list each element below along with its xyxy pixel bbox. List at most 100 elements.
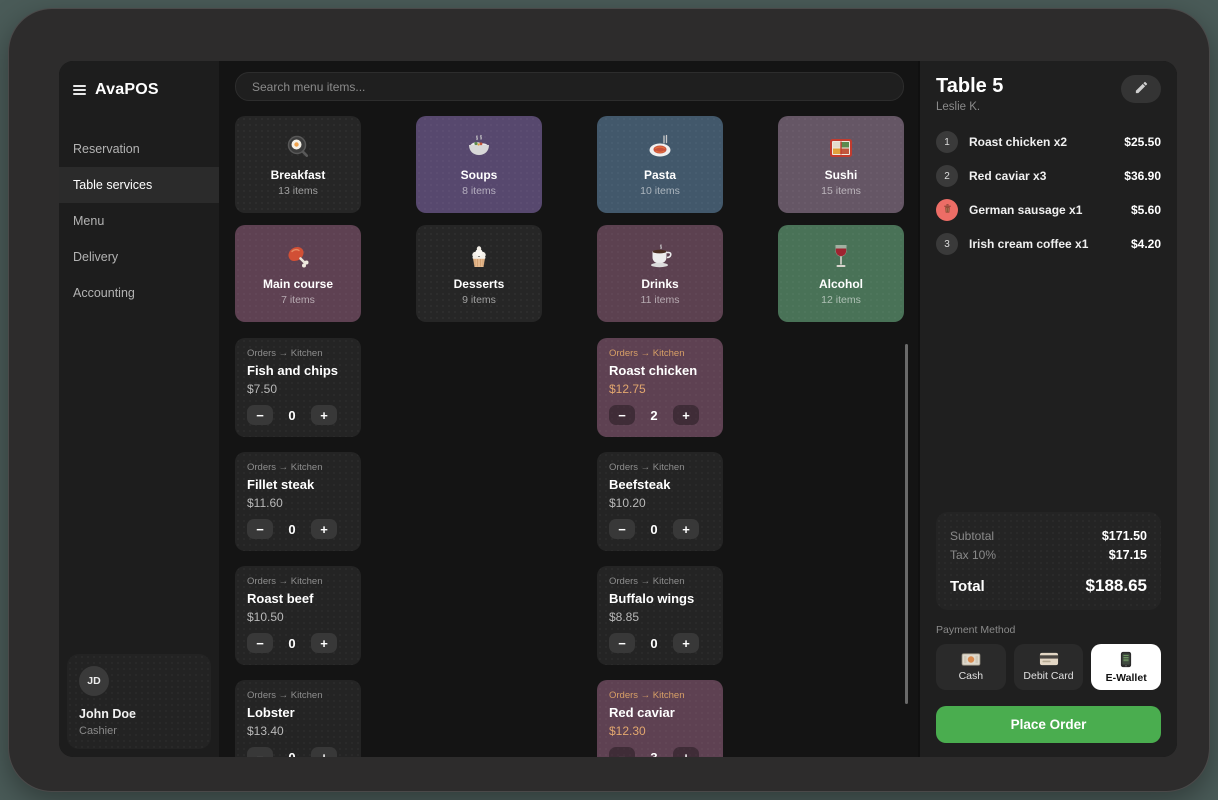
order-item-label: Irish cream coffee x1 <box>969 237 1120 251</box>
quantity-value: 0 <box>288 750 295 758</box>
hamburger-menu-icon[interactable] <box>73 85 86 95</box>
decrease-button[interactable]: − <box>247 747 273 757</box>
quantity-value: 0 <box>288 636 295 651</box>
category-name: Alcohol <box>819 277 863 291</box>
menu-item-fish-and-chips[interactable]: Orders → Kitchen Fish and chips $7.50 − … <box>235 338 361 437</box>
item-name: Fillet steak <box>247 477 349 492</box>
quantity-value: 3 <box>650 750 657 758</box>
total-value: $188.65 <box>1086 576 1147 596</box>
tax-row: Tax 10% $17.15 <box>950 548 1147 562</box>
checkout-section: Subtotal $171.50 Tax 10% $17.15 Total $1… <box>936 512 1161 743</box>
sidebar-item-accounting[interactable]: Accounting <box>59 275 219 311</box>
sidebar-item-delivery[interactable]: Delivery <box>59 239 219 275</box>
place-order-button[interactable]: Place Order <box>936 706 1161 743</box>
tax-value: $17.15 <box>1109 548 1147 562</box>
increase-button[interactable]: + <box>311 519 337 539</box>
category-card-desserts[interactable]: Desserts 9 items <box>416 225 542 322</box>
increase-button[interactable]: + <box>673 519 699 539</box>
menu-item-lobster[interactable]: Orders → Kitchen Lobster $13.40 − 0 + <box>235 680 361 757</box>
payment-cash-button[interactable]: Cash <box>936 644 1006 690</box>
category-card-breakfast[interactable]: Breakfast 13 items <box>235 116 361 213</box>
order-item-label: German sausage x1 <box>969 203 1120 217</box>
increase-button[interactable]: + <box>311 633 337 653</box>
item-name: Fish and chips <box>247 363 349 378</box>
item-name: Lobster <box>247 705 349 720</box>
category-grid: Breakfast 13 items Soups 8 items Pasta 1… <box>235 116 904 322</box>
category-card-main-course[interactable]: Main course 7 items <box>235 225 361 322</box>
category-count: 9 items <box>462 294 496 306</box>
order-panel-header: Table 5 Leslie K. <box>936 75 1161 113</box>
app-screen: AvaPOS Reservation Table services Menu D… <box>59 61 1177 757</box>
category-card-alcohol[interactable]: Alcohol 12 items <box>778 225 904 322</box>
category-card-pasta[interactable]: Pasta 10 items <box>597 116 723 213</box>
item-name: Beefsteak <box>609 477 711 492</box>
order-index-badge: 2 <box>936 165 958 187</box>
item-price: $12.30 <box>609 724 711 738</box>
tax-label: Tax 10% <box>950 548 996 562</box>
route-label: Orders → Kitchen <box>609 690 711 701</box>
order-item-price: $36.90 <box>1124 169 1161 183</box>
increase-button[interactable]: + <box>673 633 699 653</box>
sidebar-item-menu[interactable]: Menu <box>59 203 219 239</box>
quantity-stepper: − 2 + <box>609 405 699 425</box>
category-count: 11 items <box>641 294 680 306</box>
route-label: Orders → Kitchen <box>609 348 711 359</box>
pencil-icon <box>1134 80 1149 98</box>
category-card-drinks[interactable]: Drinks 11 items <box>597 225 723 322</box>
subtotal-row: Subtotal $171.50 <box>950 529 1147 543</box>
soup-bowl-icon <box>464 133 494 163</box>
menu-item-beefsteak[interactable]: Orders → Kitchen Beefsteak $10.20 − 0 + <box>597 452 723 551</box>
item-price: $8.85 <box>609 610 711 624</box>
debit-card-icon <box>1039 652 1059 666</box>
payment-methods: Cash Debit Card E-Wallet <box>936 644 1161 690</box>
increase-button[interactable]: + <box>673 405 699 425</box>
category-count: 8 items <box>462 185 496 197</box>
order-list: 1 Roast chicken x2 $25.50 2 Red caviar x… <box>936 131 1161 267</box>
sidebar-item-table-services[interactable]: Table services <box>59 167 219 203</box>
category-name: Breakfast <box>271 168 326 182</box>
menu-item-red-caviar[interactable]: Orders → Kitchen Red caviar $12.30 − 3 + <box>597 680 723 757</box>
search-input[interactable] <box>235 72 904 101</box>
edit-order-button[interactable] <box>1121 75 1161 103</box>
order-row: 3 Irish cream coffee x1 $4.20 <box>936 233 1161 255</box>
quantity-value: 0 <box>650 636 657 651</box>
menu-item-roast-chicken[interactable]: Orders → Kitchen Roast chicken $12.75 − … <box>597 338 723 437</box>
decrease-button[interactable]: − <box>247 405 273 425</box>
cupcake-icon <box>464 242 494 272</box>
item-name: Buffalo wings <box>609 591 711 606</box>
sidebar-item-reservation[interactable]: Reservation <box>59 131 219 167</box>
category-card-soups[interactable]: Soups 8 items <box>416 116 542 213</box>
decrease-button[interactable]: − <box>609 519 635 539</box>
category-name: Main course <box>263 277 333 291</box>
user-role: Cashier <box>79 725 199 737</box>
decrease-button[interactable]: − <box>247 519 273 539</box>
decrease-button[interactable]: − <box>247 633 273 653</box>
item-price: $10.50 <box>247 610 349 624</box>
category-count: 7 items <box>281 294 315 306</box>
order-item-label: Red caviar x3 <box>969 169 1113 183</box>
increase-button[interactable]: + <box>673 747 699 757</box>
app-title: AvaPOS <box>95 81 159 99</box>
category-card-sushi[interactable]: Sushi 15 items <box>778 116 904 213</box>
payment-debit-card-button[interactable]: Debit Card <box>1014 644 1084 690</box>
order-panel: Table 5 Leslie K. 1 Roast chicken x2 $25… <box>918 61 1177 757</box>
payment-e-wallet-button[interactable]: E-Wallet <box>1091 644 1161 690</box>
category-name: Desserts <box>454 277 505 291</box>
scrollbar[interactable] <box>905 344 908 704</box>
delete-item-button[interactable] <box>936 199 958 221</box>
decrease-button[interactable]: − <box>609 633 635 653</box>
user-card[interactable]: JD John Doe Cashier <box>67 654 211 749</box>
decrease-button[interactable]: − <box>609 405 635 425</box>
decrease-button[interactable]: − <box>609 747 635 757</box>
total-row: Total $188.65 <box>950 576 1147 596</box>
increase-button[interactable]: + <box>311 405 337 425</box>
increase-button[interactable]: + <box>311 747 337 757</box>
menu-item-fillet-steak[interactable]: Orders → Kitchen Fillet steak $11.60 − 0… <box>235 452 361 551</box>
menu-item-roast-beef[interactable]: Orders → Kitchen Roast beef $10.50 − 0 + <box>235 566 361 665</box>
category-count: 10 items <box>640 185 680 197</box>
item-price: $10.20 <box>609 496 711 510</box>
route-label: Orders → Kitchen <box>247 348 349 359</box>
quantity-value: 0 <box>288 522 295 537</box>
menu-item-buffalo-wings[interactable]: Orders → Kitchen Buffalo wings $8.85 − 0… <box>597 566 723 665</box>
order-index-badge: 3 <box>936 233 958 255</box>
